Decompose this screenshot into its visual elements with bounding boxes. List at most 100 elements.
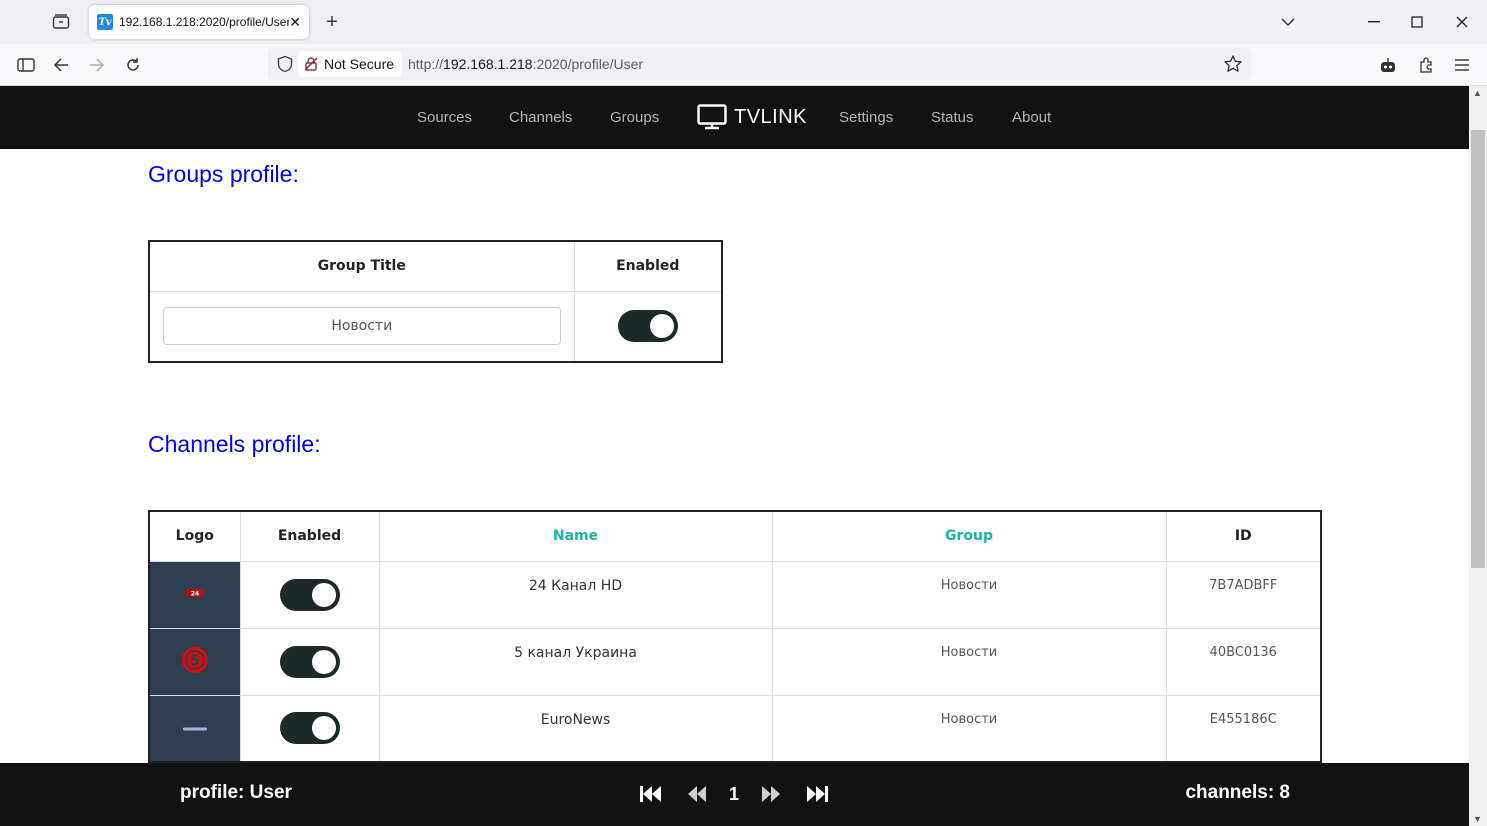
brand-logo[interactable]: TVLINK: [697, 104, 807, 130]
channel-group-cell: Новости: [771, 560, 1167, 629]
group-sort-header[interactable]: Group: [771, 510, 1167, 562]
sidebar-icon[interactable]: [12, 51, 40, 79]
menu-icon[interactable]: [1448, 51, 1476, 79]
bookmark-star-icon[interactable]: [1223, 54, 1243, 74]
browser-navigation-bar: Not Secure http://192.168.1.218:2020/pro…: [0, 44, 1487, 86]
url-host: 192.168.1.218: [443, 56, 533, 72]
nav-settings[interactable]: Settings: [839, 109, 893, 126]
maximize-icon[interactable]: [1402, 8, 1432, 36]
toggle-knob: [311, 716, 336, 741]
browser-tab[interactable]: Tv 192.168.1.218:2020/profile/User ✕: [89, 5, 309, 39]
channel-logo-cell: 24: [148, 560, 241, 629]
channel-enabled-cell: [239, 560, 380, 629]
group-enabled-toggle[interactable]: [617, 310, 678, 343]
nav-groups[interactable]: Groups: [610, 109, 659, 126]
previous-page-icon[interactable]: [683, 780, 711, 808]
scrollbar-thumb[interactable]: [1471, 130, 1485, 568]
new-tab-button[interactable]: +: [320, 10, 344, 34]
url-bar[interactable]: Not Secure http://192.168.1.218:2020/pro…: [268, 48, 1251, 80]
groups-profile-title: Groups profile:: [148, 161, 299, 187]
last-page-icon[interactable]: [803, 780, 831, 808]
channel-enabled-toggle[interactable]: [279, 712, 340, 745]
channel-logo-cell: 5: [148, 627, 241, 696]
footer-profile-label: profile: User: [180, 782, 292, 803]
channel-name-cell: EuroNews: [378, 694, 773, 763]
chevron-down-icon[interactable]: [1273, 8, 1303, 36]
table-row: Новости: [148, 290, 723, 363]
not-secure-label: Not Secure: [324, 56, 395, 72]
next-page-icon[interactable]: [757, 780, 785, 808]
toggle-knob: [649, 314, 674, 339]
channels-profile-title: Channels profile:: [148, 431, 321, 457]
svg-text:24: 24: [191, 590, 199, 597]
channel-enabled-cell: [239, 694, 380, 763]
logo-header: Logo: [148, 510, 241, 562]
channel-id-cell: 40BC0136: [1165, 627, 1322, 696]
groups-table-header-row: Group Title Enabled: [148, 240, 723, 292]
channel-name-cell: 5 канал Украина: [378, 627, 773, 696]
current-page-number[interactable]: 1: [729, 784, 739, 805]
close-tab-icon[interactable]: ✕: [289, 13, 301, 31]
table-row: 5 5 канал Украина Новости 40BC0136: [148, 627, 1322, 696]
toggle-knob: [311, 582, 336, 607]
reload-icon[interactable]: [119, 51, 147, 79]
channel-group-cell: Новости: [771, 627, 1167, 696]
group-title-header: Group Title: [148, 240, 575, 292]
groups-table: Group Title Enabled Новости: [148, 240, 723, 363]
tvlink-favicon-icon: Tv: [97, 14, 113, 30]
svg-text:5: 5: [190, 651, 200, 669]
channel-id-cell: 7B7ADBFF: [1165, 560, 1322, 629]
group-title-input[interactable]: Новости: [162, 307, 561, 346]
back-icon[interactable]: [47, 51, 75, 79]
url-text[interactable]: http://192.168.1.218:2020/profile/User: [408, 56, 643, 72]
channel-enabled-cell: [239, 627, 380, 696]
id-header: ID: [1165, 510, 1322, 562]
url-prefix: http://: [408, 56, 444, 72]
close-window-icon[interactable]: [1447, 8, 1477, 36]
table-row: 24 24 Канал HD Новости 7B7ADBFF: [148, 560, 1322, 629]
brand-name: TVLINK: [734, 105, 808, 128]
group-enabled-header: Enabled: [573, 240, 723, 292]
channel-name-cell: 24 Канал HD: [378, 560, 773, 629]
extensions-icon[interactable]: [1412, 51, 1440, 79]
pagination: 1: [637, 780, 831, 808]
tab-list-icon[interactable]: [44, 8, 78, 36]
app-footer: profile: User 1 channels: 8: [0, 763, 1469, 826]
table-row: EuroNews Новости E455186C: [148, 694, 1322, 763]
nav-about[interactable]: About: [1012, 109, 1051, 126]
euronews-logo-icon: [182, 727, 207, 731]
channels-table-header-row: Logo Enabled Name Group ID: [148, 510, 1322, 562]
nav-channels[interactable]: Channels: [509, 109, 572, 126]
robot-extension-icon[interactable]: [1374, 51, 1402, 79]
channel-enabled-toggle[interactable]: [279, 645, 340, 678]
first-page-icon[interactable]: [637, 780, 665, 808]
nav-sources[interactable]: Sources: [417, 109, 472, 126]
channel-5-logo-icon: 5: [181, 646, 208, 673]
browser-tab-bar: Tv 192.168.1.218:2020/profile/User ✕ +: [0, 0, 1487, 44]
nav-status[interactable]: Status: [931, 109, 974, 126]
channel-24-logo-icon: 24: [185, 588, 204, 597]
name-sort-header[interactable]: Name: [378, 510, 773, 562]
channel-id-cell: E455186C: [1165, 694, 1322, 763]
forward-icon[interactable]: [83, 51, 111, 79]
minimize-icon[interactable]: [1359, 8, 1389, 36]
insecure-lock-icon: [304, 57, 318, 71]
url-path: :2020/profile/User: [532, 56, 644, 72]
page-scrollbar[interactable]: ▲ ▼: [1469, 86, 1487, 826]
group-enabled-cell: [573, 290, 723, 363]
group-title-cell: Новости: [148, 290, 575, 363]
scroll-down-arrow-icon[interactable]: ▼: [1473, 814, 1482, 824]
tab-title: 192.168.1.218:2020/profile/User: [119, 15, 289, 29]
scroll-up-arrow-icon[interactable]: ▲: [1473, 88, 1482, 98]
app-header: Sources Channels Groups TVLINK Settings …: [0, 86, 1469, 149]
channel-enabled-toggle[interactable]: [279, 578, 340, 611]
toggle-knob: [311, 649, 336, 674]
tv-icon: [697, 104, 727, 130]
channel-group-cell: Новости: [771, 694, 1167, 763]
tracking-protection-shield-icon[interactable]: [276, 55, 294, 73]
not-secure-indicator[interactable]: Not Secure: [298, 51, 403, 77]
footer-channels-count: channels: 8: [1185, 782, 1290, 803]
channels-table: Logo Enabled Name Group ID 24 24 Канал H…: [148, 510, 1322, 763]
channel-enabled-header: Enabled: [239, 510, 380, 562]
channel-logo-cell: [148, 694, 241, 763]
